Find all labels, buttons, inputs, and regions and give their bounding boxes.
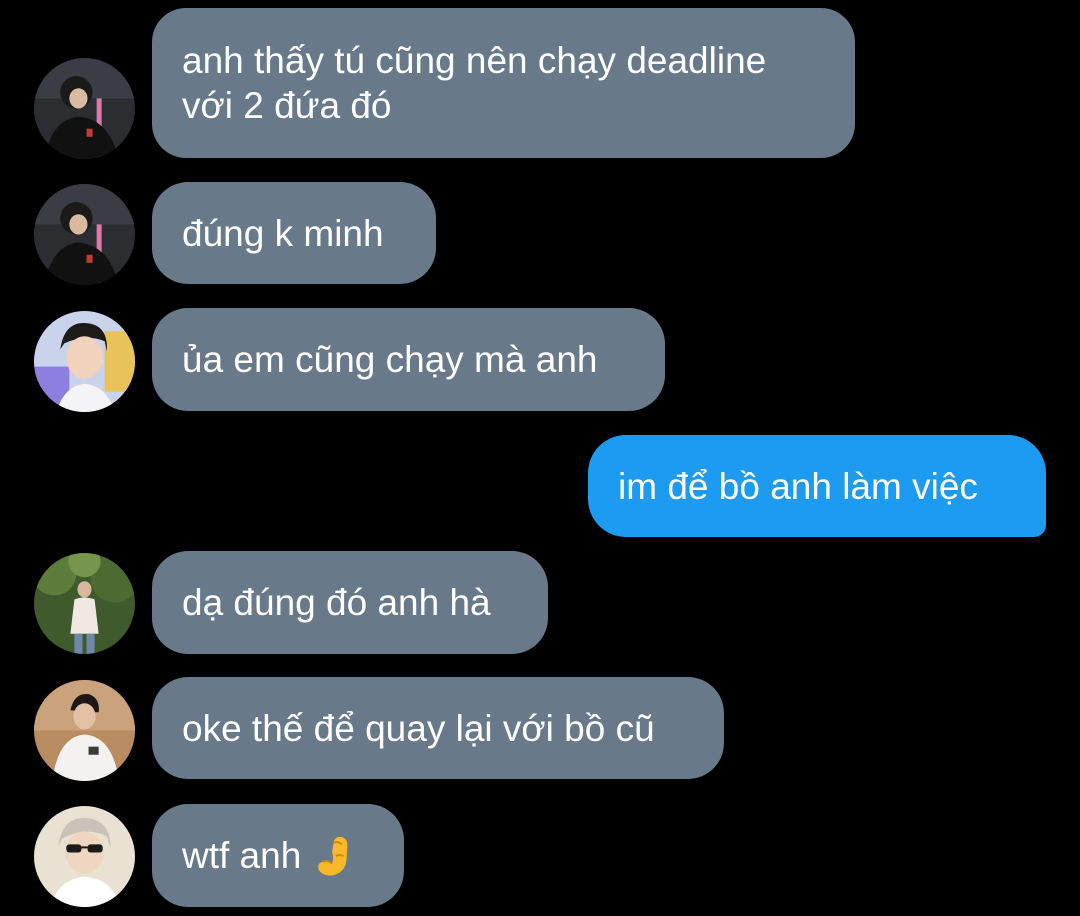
message-bubble-5[interactable]: dạ đúng đó anh hà (152, 551, 548, 654)
avatar-sender-a[interactable] (34, 58, 135, 159)
avatar-sender-e[interactable] (34, 806, 135, 907)
avatar-photo-icon (34, 311, 135, 412)
message-bubble-1[interactable]: anh thấy tú cũng nên chạy deadline với 2… (152, 8, 855, 158)
message-bubble-3[interactable]: ủa em cũng chạy mà anh (152, 308, 665, 411)
message-text-2: đúng k minh (182, 212, 384, 254)
avatar-photo-icon (34, 680, 135, 781)
message-bubble-2[interactable]: đúng k minh (152, 182, 436, 284)
avatar-photo-icon (34, 184, 135, 285)
message-text-1-line-1: anh thấy tú cũng nên chạy deadline (182, 40, 767, 81)
avatar-sender-a[interactable] (34, 184, 135, 285)
message-bubble-6[interactable]: oke thế để quay lại với bồ cũ (152, 677, 724, 779)
avatar-photo-icon (34, 806, 135, 907)
message-text-5: dạ đúng đó anh hà (182, 582, 491, 623)
message-text-1-line-2: với 2 đứa đó (182, 85, 392, 126)
avatar-sender-c[interactable] (34, 553, 135, 654)
pinching-hand-icon (311, 833, 357, 879)
message-text-4: im để bồ anh làm việc (618, 465, 978, 507)
avatar-sender-d[interactable] (34, 680, 135, 781)
message-text-7: wtf anh (182, 835, 302, 876)
message-text-3: ủa em cũng chạy mà anh (182, 339, 598, 380)
avatar-photo-icon (34, 553, 135, 654)
message-bubble-4-outgoing[interactable]: im để bồ anh làm việc (588, 435, 1046, 537)
message-text-6: oke thế để quay lại với bồ cũ (182, 707, 655, 749)
avatar-sender-b[interactable] (34, 311, 135, 412)
message-bubble-7[interactable]: wtf anh (152, 804, 404, 907)
avatar-photo-icon (34, 58, 135, 159)
